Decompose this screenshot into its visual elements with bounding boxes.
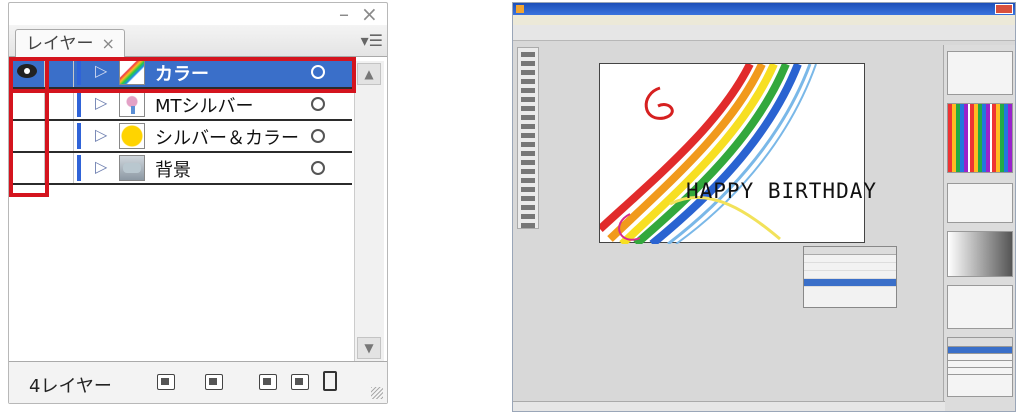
background-thumbnail <box>119 155 145 181</box>
make-clipping-mask-icon[interactable] <box>205 374 223 390</box>
panel-dock <box>943 45 1015 411</box>
layer-row-mt-silver[interactable]: ▷ MTシルバー <box>9 89 352 121</box>
close-button[interactable]: × <box>361 3 378 25</box>
layer-name[interactable]: 背景 <box>155 156 191 182</box>
new-sublayer-icon[interactable] <box>259 374 277 390</box>
artboard[interactable]: HAPPY BIRTHDAY <box>599 63 876 244</box>
layer-count: 4レイヤー <box>29 376 112 397</box>
layer-name[interactable]: シルバー＆カラー <box>155 124 299 150</box>
rainbow-thumbnail <box>119 59 145 85</box>
visibility-toggle[interactable] <box>9 121 45 151</box>
tab-layers-label: レイヤー <box>26 34 94 54</box>
status-bar <box>513 401 945 411</box>
layer-color-indicator <box>77 123 81 149</box>
layer-row-color[interactable]: ▷ カラー <box>9 57 352 89</box>
scroll-down-icon[interactable]: ▼ <box>357 337 381 359</box>
floating-panel-header <box>804 247 896 255</box>
expand-triangle-icon[interactable]: ▷ <box>95 93 107 112</box>
eye-icon <box>17 64 37 78</box>
target-circle-icon[interactable] <box>311 129 325 143</box>
gradient-panel[interactable] <box>947 231 1013 277</box>
artwork-text: HAPPY BIRTHDAY <box>686 179 878 203</box>
lock-toggle[interactable] <box>46 121 74 151</box>
locate-object-icon[interactable] <box>157 374 175 390</box>
panel-title-bar: – × <box>9 3 387 25</box>
control-bar[interactable] <box>513 25 1015 41</box>
color-panel[interactable] <box>947 51 1013 95</box>
layer-list: ▷ カラー ▷ MTシルバー ▷ シルバー＆カラー ▷ 背景 <box>9 57 352 185</box>
layers-panel: – × レイヤー × ▾☰ ▷ カラー ▷ MTシルバー ▷ シルバー＆カラー … <box>8 2 388 404</box>
expand-triangle-icon[interactable]: ▷ <box>95 61 107 80</box>
new-layer-icon[interactable] <box>291 374 309 390</box>
panel-footer: 4レイヤー <box>9 361 387 403</box>
layer-color-indicator <box>77 59 81 85</box>
layer-color-indicator <box>77 155 81 181</box>
expand-triangle-icon[interactable]: ▷ <box>95 157 107 176</box>
mini-panel-header <box>948 338 1012 347</box>
swatch-row[interactable] <box>804 255 896 263</box>
resize-grip-icon[interactable] <box>371 387 383 399</box>
target-circle-icon[interactable] <box>311 65 325 79</box>
window-close-button[interactable] <box>995 4 1013 14</box>
illustrator-window: HAPPY BIRTHDAY <box>512 2 1016 412</box>
trash-icon[interactable] <box>323 371 337 391</box>
lock-toggle[interactable] <box>46 89 74 119</box>
tab-close-icon[interactable]: × <box>102 34 115 53</box>
mini-layer-row[interactable] <box>948 361 1012 368</box>
visibility-toggle[interactable] <box>9 57 45 87</box>
visibility-toggle[interactable] <box>9 89 45 119</box>
mini-layer-row[interactable] <box>948 347 1012 354</box>
visibility-toggle[interactable] <box>9 153 45 183</box>
stroke-panel[interactable] <box>947 183 1013 223</box>
target-circle-icon[interactable] <box>311 97 325 111</box>
star-thumbnail <box>119 123 145 149</box>
swatch-row[interactable] <box>804 263 896 271</box>
expand-triangle-icon[interactable]: ▷ <box>95 125 107 144</box>
window-title-bar <box>513 3 1015 15</box>
floating-swatch-panel[interactable] <box>803 246 897 308</box>
swatch-row-selected[interactable] <box>804 279 896 287</box>
tools-panel[interactable] <box>517 47 539 229</box>
layer-name[interactable]: カラー <box>155 60 209 86</box>
mini-layer-row[interactable] <box>948 368 1012 375</box>
tab-layers[interactable]: レイヤー × <box>15 29 125 57</box>
layer-row-background[interactable]: ▷ 背景 <box>9 153 352 185</box>
layer-name[interactable]: MTシルバー <box>155 92 254 118</box>
panel-tab-bar: レイヤー × ▾☰ <box>9 25 387 57</box>
swatch-row[interactable] <box>804 271 896 279</box>
target-circle-icon[interactable] <box>311 161 325 175</box>
minimize-button[interactable]: – <box>339 3 349 25</box>
scroll-up-icon[interactable]: ▲ <box>357 63 381 85</box>
mini-layers-panel[interactable] <box>947 337 1013 397</box>
layer-row-silver-and-color[interactable]: ▷ シルバー＆カラー <box>9 121 352 153</box>
mini-layer-row[interactable] <box>948 354 1012 361</box>
layer-color-indicator <box>77 91 81 117</box>
panel-menu-icon[interactable]: ▾☰ <box>361 31 383 50</box>
appearance-panel[interactable] <box>947 285 1013 329</box>
lock-toggle[interactable] <box>46 57 74 87</box>
flower-thumbnail <box>119 91 145 117</box>
rainbow-artwork <box>600 64 817 244</box>
layer-scrollbar[interactable]: ▲ ▼ <box>354 61 384 361</box>
swatches-panel[interactable] <box>947 103 1013 173</box>
lock-toggle[interactable] <box>46 153 74 183</box>
menu-bar[interactable] <box>513 15 1015 25</box>
